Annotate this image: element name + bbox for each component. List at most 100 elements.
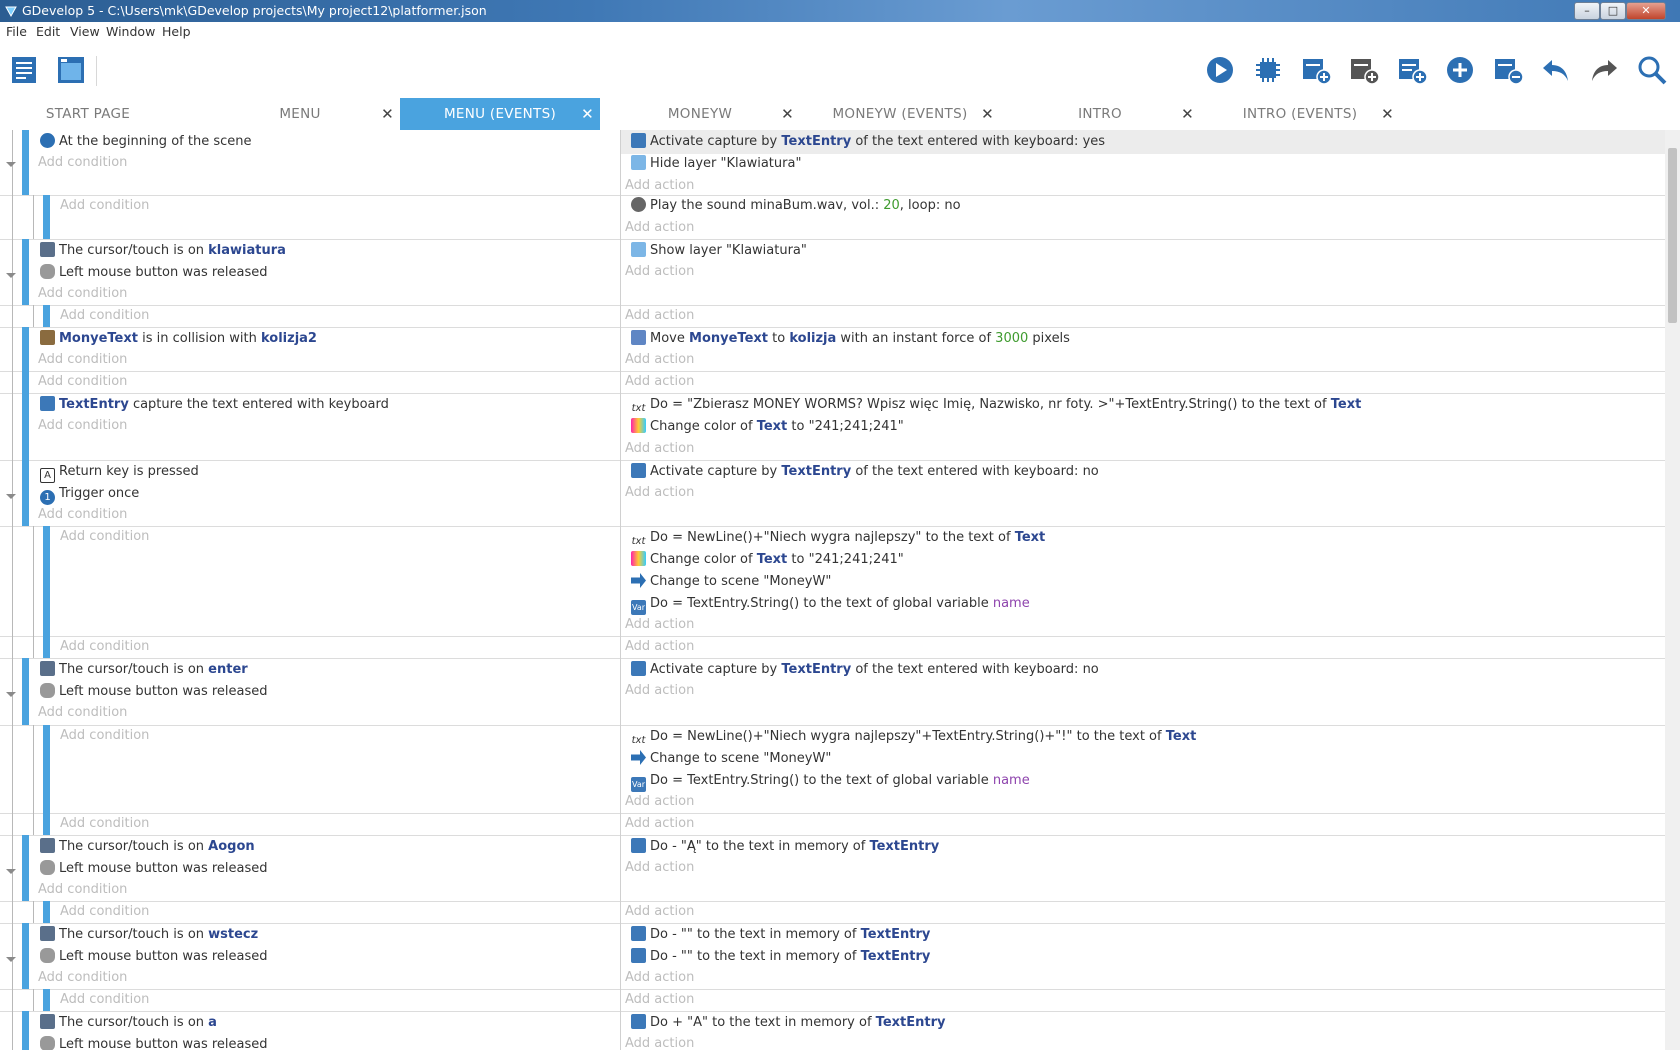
event-row[interactable]: TextEntry capture the text entered with … xyxy=(0,393,1665,461)
add-condition[interactable]: Add condition xyxy=(60,813,149,835)
fold-toggle-icon[interactable] xyxy=(6,957,16,962)
vertical-scrollbar[interactable] xyxy=(1665,130,1680,1050)
add-action[interactable]: Add action xyxy=(625,680,694,702)
add-condition[interactable]: Add condition xyxy=(38,702,127,724)
menu-help[interactable]: Help xyxy=(162,22,191,42)
condition[interactable]: The cursor/touch is on a xyxy=(40,1012,217,1034)
event-row[interactable]: MonyeText is in collision with kolizja2 … xyxy=(0,327,1665,372)
fold-toggle-icon[interactable] xyxy=(6,273,16,278)
close-tab-icon[interactable]: ✕ xyxy=(981,98,994,130)
action[interactable]: Do - "Ą" to the text in memory of TextEn… xyxy=(631,836,939,858)
add-condition[interactable]: Add condition xyxy=(38,967,127,989)
minimize-button[interactable]: – xyxy=(1574,2,1600,20)
add-action[interactable]: Add action xyxy=(625,967,694,989)
event-row[interactable]: The cursor/touch is on klawiatura Left m… xyxy=(0,239,1665,306)
add-comment-button[interactable] xyxy=(1396,54,1428,86)
action[interactable]: Do - "" to the text in memory of TextEnt… xyxy=(631,924,930,946)
condition[interactable]: Left mouse button was released xyxy=(40,1034,268,1050)
condition[interactable]: TextEntry capture the text entered with … xyxy=(40,394,389,416)
add-condition[interactable]: Add condition xyxy=(60,526,149,548)
action[interactable]: Var Do = TextEntry.String() to the text o… xyxy=(631,593,1030,615)
preview-button[interactable] xyxy=(1204,54,1236,86)
add-condition[interactable]: Add condition xyxy=(60,901,149,923)
add-action[interactable]: Add action xyxy=(625,857,694,879)
add-condition[interactable]: Add condition xyxy=(38,415,127,437)
add-action[interactable]: Add action xyxy=(625,1033,694,1050)
add-condition[interactable]: Add condition xyxy=(38,349,127,371)
redo-button[interactable] xyxy=(1588,54,1620,86)
event-row[interactable]: The cursor/touch is on enter Left mouse … xyxy=(0,658,1665,726)
action[interactable]: Activate capture by TextEntry of the tex… xyxy=(631,659,1099,681)
tab-intro-events[interactable]: INTRO (EVENTS) ✕ xyxy=(1200,98,1400,130)
add-other-button[interactable] xyxy=(1444,54,1476,86)
fold-toggle-icon[interactable] xyxy=(6,869,16,874)
condition[interactable]: Left mouse button was released xyxy=(40,946,268,968)
sub-event-row[interactable]: Add condition Play the sound minaBum.wav… xyxy=(0,195,1665,240)
sub-event-row[interactable]: Add condition Add action xyxy=(0,636,1665,659)
action[interactable]: Do + "A" to the text in memory of TextEn… xyxy=(631,1012,945,1034)
menu-edit[interactable]: Edit xyxy=(36,22,60,42)
action[interactable]: Play the sound minaBum.wav, vol.: 20, lo… xyxy=(631,195,961,217)
action[interactable]: Change color of Text to "241;241;241" xyxy=(631,416,904,438)
close-tab-icon[interactable]: ✕ xyxy=(581,98,594,130)
sub-event-row[interactable]: Add condition txt Do = NewLine()+"Niech w… xyxy=(0,526,1665,637)
event-row[interactable]: Add condition Add action xyxy=(0,371,1665,394)
sub-event-row[interactable]: Add condition Add action xyxy=(0,989,1665,1012)
add-condition[interactable]: Add condition xyxy=(60,989,149,1011)
action[interactable]: Change to scene "MoneyW" xyxy=(631,571,831,593)
condition[interactable]: Left mouse button was released xyxy=(40,262,268,284)
menu-file[interactable]: File xyxy=(6,22,27,42)
action[interactable]: Change to scene "MoneyW" xyxy=(631,748,831,770)
sub-event-row[interactable]: Add condition Add action xyxy=(0,305,1665,328)
sub-event-row[interactable]: Add condition Add action xyxy=(0,813,1665,836)
add-action[interactable]: Add action xyxy=(625,901,694,923)
add-condition[interactable]: Add condition xyxy=(60,305,149,327)
add-condition[interactable]: Add condition xyxy=(60,636,149,658)
add-action[interactable]: Add action xyxy=(625,636,694,658)
add-action[interactable]: Add action xyxy=(625,614,694,636)
add-action[interactable]: Add action xyxy=(625,438,694,460)
action[interactable]: Change color of Text to "241;241;241" xyxy=(631,549,904,571)
add-condition[interactable]: Add condition xyxy=(60,195,149,217)
close-window-button[interactable]: ✕ xyxy=(1626,2,1666,20)
condition[interactable]: The cursor/touch is on wstecz xyxy=(40,924,258,946)
event-row[interactable]: The cursor/touch is on a Left mouse butt… xyxy=(0,1011,1665,1050)
scene-button[interactable] xyxy=(55,54,87,86)
add-condition[interactable]: Add condition xyxy=(60,725,149,747)
menu-view[interactable]: View xyxy=(70,22,100,42)
close-tab-icon[interactable]: ✕ xyxy=(381,98,394,130)
menu-window[interactable]: Window xyxy=(106,22,155,42)
add-action[interactable]: Add action xyxy=(625,261,694,283)
event-row[interactable]: The cursor/touch is on wstecz Left mouse… xyxy=(0,923,1665,990)
tab-intro[interactable]: INTRO ✕ xyxy=(1000,98,1200,130)
condition[interactable]: The cursor/touch is on klawiatura xyxy=(40,240,286,262)
add-subevent-button[interactable] xyxy=(1348,54,1380,86)
action[interactable]: Move MonyeText to kolizja with an instan… xyxy=(631,328,1070,350)
debugger-button[interactable] xyxy=(1252,54,1284,86)
add-condition[interactable]: Add condition xyxy=(38,283,127,305)
tab-moneyw-events[interactable]: MONEYW (EVENTS) ✕ xyxy=(800,98,1000,130)
delete-event-button[interactable] xyxy=(1492,54,1524,86)
sub-event-row[interactable]: Add condition Add action xyxy=(0,901,1665,924)
tab-moneyw[interactable]: MONEYW ✕ xyxy=(600,98,800,130)
close-tab-icon[interactable]: ✕ xyxy=(781,98,794,130)
action[interactable]: Var Do = TextEntry.String() to the text o… xyxy=(631,770,1030,792)
condition[interactable]: Left mouse button was released xyxy=(40,681,268,703)
add-action[interactable]: Add action xyxy=(625,989,694,1011)
add-action[interactable]: Add action xyxy=(625,371,694,393)
tab-menu[interactable]: MENU ✕ xyxy=(200,98,400,130)
action[interactable]: Activate capture by TextEntry of the tex… xyxy=(631,131,1105,153)
action[interactable]: Activate capture by TextEntry of the tex… xyxy=(631,461,1099,483)
event-row[interactable]: At the beginning of the scene Add condit… xyxy=(0,130,1665,196)
condition[interactable]: Left mouse button was released xyxy=(40,858,268,880)
add-condition[interactable]: Add condition xyxy=(38,371,127,393)
condition[interactable]: The cursor/touch is on enter xyxy=(40,659,248,681)
fold-toggle-icon[interactable] xyxy=(6,692,16,697)
add-condition[interactable]: Add condition xyxy=(38,504,127,526)
add-action[interactable]: Add action xyxy=(625,349,694,371)
condition[interactable]: 1 Trigger once xyxy=(40,483,139,505)
action[interactable]: Do - "" to the text in memory of TextEnt… xyxy=(631,946,930,968)
event-row[interactable]: A Return key is pressed 1 Trigger once Add… xyxy=(0,460,1665,527)
add-action[interactable]: Add action xyxy=(625,791,694,813)
action[interactable]: txt Do = NewLine()+"Niech wygra najlepszy… xyxy=(631,527,1045,549)
